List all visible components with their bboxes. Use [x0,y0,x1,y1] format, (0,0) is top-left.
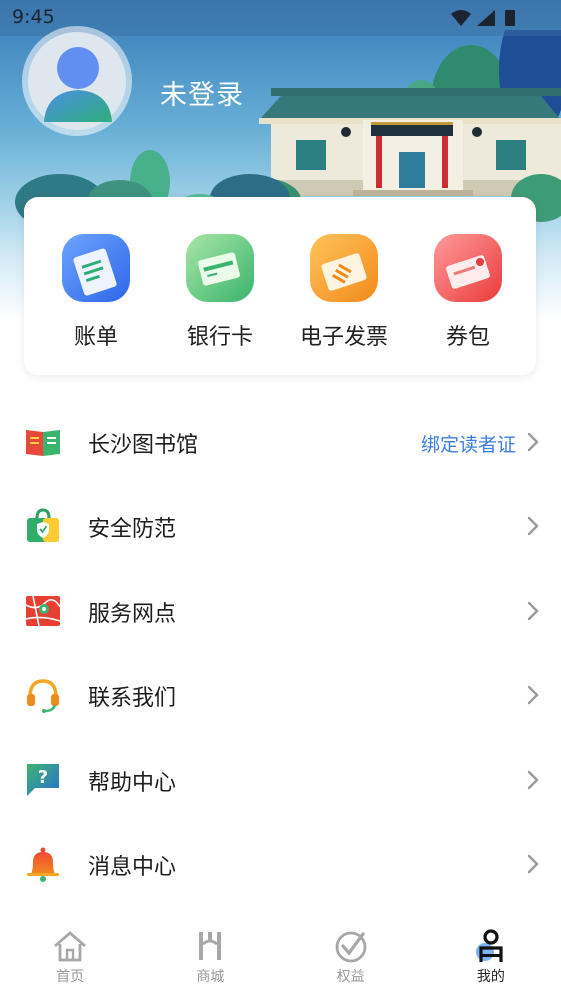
menu-item-label: 联系我们 [88,686,177,712]
nav-tab-mall[interactable]: 商城 [140,918,280,999]
menu-item-label: 安全防范 [88,517,177,543]
home-icon [54,931,87,962]
nav-tab-home[interactable]: 首页 [0,918,140,999]
quick-action-label: 电子发票 [299,325,388,350]
menu-item-library[interactable]: 长沙图书馆 绑定读者证 [0,400,561,484]
menu-item-message-center[interactable]: 消息中心 [0,822,561,906]
mall-icon [199,932,222,960]
menu-item-label: 服务网点 [88,601,177,627]
nav-label: 首页 [56,969,85,985]
chevron-right-icon [527,517,539,536]
quick-action-e-invoice[interactable]: 电子发票 [282,197,406,375]
quick-action-bank-card[interactable]: 银行卡 [158,197,282,375]
bank-card-icon [186,234,254,302]
quick-action-bill[interactable]: 账单 [34,197,158,375]
coupon-icon [434,234,502,302]
chevron-right-icon [527,770,539,789]
quick-action-coupon[interactable]: 券包 [406,197,530,375]
profile-icon [475,929,503,962]
bell-icon [27,847,59,882]
menu-item-contact-us[interactable]: 联系我们 [0,653,561,737]
menu-item-security[interactable]: 安全防范 [0,484,561,568]
map-pin-icon [25,595,61,626]
quick-action-label: 券包 [445,325,490,350]
menu-item-service-outlets[interactable]: 服务网点 [0,569,561,653]
username-label[interactable]: 未登录 [160,73,244,112]
bottom-nav-bar: 首页 商城 权益 我的 [0,918,561,999]
security-bag-icon [27,508,59,543]
help-question-icon: ? [27,763,59,796]
menu-list: 长沙图书馆 绑定读者证 安全防范 服务网点 联系我们 ? 帮助中心 消息中心 [0,400,561,906]
nav-tab-mine[interactable]: 我的 [421,918,561,999]
benefits-check-icon [335,931,367,963]
chevron-right-icon [527,432,539,452]
quick-action-label: 账单 [73,325,118,350]
chevron-right-icon [527,854,539,874]
nav-tab-benefits[interactable]: 权益 [281,918,421,999]
status-time: 9:45 [12,6,55,28]
nav-label: 我的 [476,969,505,985]
menu-item-help-center[interactable]: ? 帮助中心 [0,738,561,822]
bind-reader-card-link[interactable]: 绑定读者证 [421,430,516,457]
bill-icon [62,234,130,302]
menu-item-label: 帮助中心 [88,770,177,796]
e-invoice-icon [310,234,378,302]
nav-label: 商城 [196,969,225,985]
menu-item-label: 消息中心 [88,854,177,880]
library-book-icon [26,430,60,456]
chevron-right-icon [527,685,539,705]
status-icons [449,8,521,32]
nav-label: 权益 [336,969,365,985]
chevron-right-icon [527,601,539,620]
avatar[interactable] [22,26,132,136]
menu-item-label: 长沙图书馆 [88,433,199,458]
quick-actions-card: 账单 银行卡 电子发票 券包 [24,197,536,375]
quick-action-label: 银行卡 [186,325,253,350]
user-avatar-icon [44,47,112,122]
headset-icon [27,679,59,714]
svg-text:?: ? [38,767,48,788]
